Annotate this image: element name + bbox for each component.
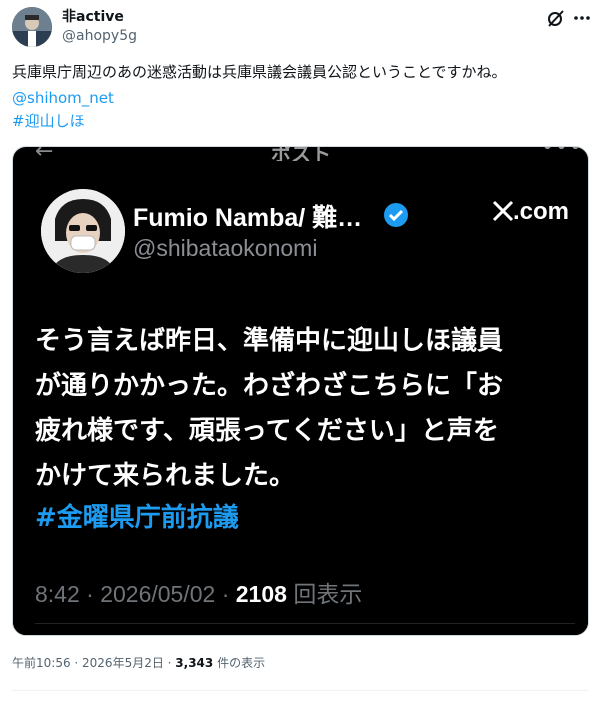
author-display-name[interactable]: 非active	[62, 8, 124, 26]
embedded-top-title: ポスト	[271, 147, 331, 161]
grok-icon[interactable]	[546, 8, 566, 28]
embedded-source: .com	[513, 198, 570, 225]
view-count: 3,343	[175, 656, 214, 670]
embedded-body-line: が通りかかった。わざわざこちらに「お	[35, 371, 504, 401]
back-arrow-icon: ←	[35, 147, 54, 161]
view-label: 件の表示	[213, 656, 266, 670]
embedded-body-line: そう言えば昨日、準備中に迎山しほ議員	[35, 326, 504, 356]
embedded-divider	[13, 617, 588, 635]
embedded-time: 8:42 · 2026/05/02 ·	[35, 581, 236, 607]
mention-link[interactable]: @shihom_net	[12, 88, 114, 109]
author-avatar[interactable]	[12, 7, 52, 47]
embedded-body: そう言えば昨日、準備中に迎山しほ議員 が通りかかった。わざわざこちらに「お 疲れ…	[35, 319, 575, 499]
embedded-more-icon: •••	[541, 147, 583, 160]
embedded-body-line: かけて来られました。	[35, 461, 296, 491]
hashtag-link[interactable]: #迎山しほ	[12, 111, 85, 132]
attached-image[interactable]: ← ポスト ••• Fumio Namba/ 難… .com @shibatao…	[12, 146, 589, 636]
embedded-view-label: 回表示	[286, 581, 363, 607]
embedded-view-count: 2108	[235, 581, 287, 607]
verified-icon	[384, 203, 408, 227]
divider	[12, 690, 589, 691]
meta-separator: ·	[163, 656, 176, 670]
post-timestamp[interactable]: 午前10:56 · 2026年5月2日	[12, 656, 164, 670]
embedded-meta: 8:42 · 2026/05/02 · 2108 回表示	[35, 575, 362, 609]
post-meta: 午前10:56 · 2026年5月2日 · 3,343 件の表示	[12, 654, 265, 672]
more-icon[interactable]	[573, 14, 591, 22]
embedded-display-name: Fumio Namba/ 難…	[133, 204, 363, 232]
x-logo-icon	[492, 200, 514, 222]
embedded-topbar: ← ポスト •••	[13, 147, 588, 161]
embedded-avatar	[41, 189, 125, 273]
post-text: 兵庫県庁周辺のあの迷惑活動は兵庫県議会議員公認ということですかね。	[12, 63, 507, 81]
embedded-body-line: 疲れ様です、頑張ってください」と声を	[35, 416, 499, 446]
embedded-hashtag: #金曜県庁前抗議	[35, 503, 239, 533]
embedded-handle: @shibataokonomi	[133, 235, 318, 261]
author-handle[interactable]: @ahopy5g	[62, 27, 137, 45]
